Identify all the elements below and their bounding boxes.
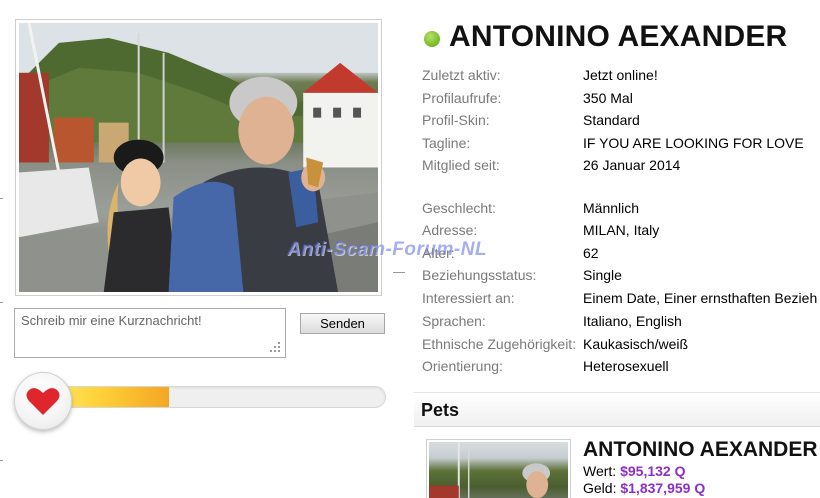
detail-label: Alter:	[422, 245, 455, 261]
profile-detail-row: Ethnische Zugehörigkeit: Kaukasisch/weiß	[422, 336, 820, 356]
profile-detail-row: Orientierung: Heterosexuell	[422, 358, 820, 378]
send-button[interactable]: Senden	[300, 313, 385, 334]
detail-label: Ethnische Zugehörigkeit:	[422, 336, 577, 352]
detail-label: Geschlecht:	[422, 200, 496, 216]
resize-grip-icon[interactable]	[268, 340, 282, 354]
pet-photo[interactable]	[429, 442, 568, 498]
detail-label: Sprachen:	[422, 313, 486, 329]
love-meter	[36, 386, 386, 408]
heart-icon	[26, 388, 60, 415]
profile-detail-row: Interessiert an: Einem Date, Einer ernsth…	[422, 290, 820, 310]
pet-thumbnail[interactable]	[426, 439, 571, 498]
short-message-input[interactable]	[14, 308, 286, 358]
detail-value: Italiano, English	[583, 313, 682, 329]
profile-detail-row: Adresse: MILAN, Italy	[422, 222, 820, 242]
pets-section-header	[414, 392, 820, 427]
pet-worth-value: $95,132 Q	[620, 463, 686, 479]
profile-detail-row: Beziehungsstatus: Single	[422, 267, 820, 287]
detail-value: Einem Date, Einer ernsthaften Bezieh	[583, 290, 818, 306]
pets-title: Pets	[421, 400, 460, 420]
detail-label: Zuletzt aktiv:	[422, 67, 501, 83]
detail-label: Beziehungsstatus:	[422, 267, 537, 283]
profile-detail-row: Profil-Skin: Standard	[422, 112, 820, 132]
detail-value: Kaukasisch/weiß	[583, 336, 689, 352]
profile-detail-row: Sprachen: Italiano, English	[422, 313, 820, 333]
detail-label: Mitglied seit:	[422, 157, 500, 173]
detail-value: Standard	[583, 112, 640, 128]
detail-value: Jetzt online!	[583, 67, 658, 83]
detail-label: Profilaufrufe:	[422, 90, 502, 106]
pet-worth-label: Wert:	[583, 463, 617, 479]
detail-label: Profil-Skin:	[422, 112, 490, 128]
edge-mark	[0, 302, 3, 303]
detail-label: Adresse:	[422, 222, 478, 238]
profile-detail-row: Alter: 62	[422, 245, 820, 265]
edge-mark	[0, 198, 3, 199]
profile-detail-row: Geschlecht: Männlich	[422, 200, 820, 220]
detail-value: 350 Mal	[583, 90, 633, 106]
detail-value: Männlich	[583, 200, 640, 216]
detail-value: 62	[583, 245, 599, 261]
pet-worth-row: Wert: $95,132 Q	[583, 463, 685, 479]
detail-value: 26 Januar 2014	[583, 157, 681, 173]
pet-cash-row: Geld: $1,837,959 Q	[583, 480, 705, 496]
profile-name: ANTONINO AEXANDER	[449, 20, 788, 53]
pet-photo-scene	[429, 442, 551, 498]
pet-owner-name[interactable]: ANTONINO AEXANDER	[583, 438, 818, 462]
profile-detail-row: Zuletzt aktiv: Jetzt online!	[422, 67, 820, 87]
profile-detail-row: Tagline: IF YOU ARE LOOKING FOR LOVE	[422, 135, 820, 155]
detail-value: Single	[583, 267, 622, 283]
pet-cash-value: $1,837,959 Q	[620, 480, 706, 496]
detail-label: Tagline:	[422, 135, 471, 151]
online-status-icon	[424, 31, 440, 47]
profile-detail-row: Mitglied seit: 26 Januar 2014	[422, 157, 820, 177]
edge-mark	[0, 460, 3, 461]
detail-value: IF YOU ARE LOOKING FOR LOVE	[583, 135, 804, 151]
divider-mark	[393, 272, 405, 273]
heart-button[interactable]	[14, 372, 72, 430]
detail-label: Interessiert an:	[422, 290, 515, 306]
detail-value: Heterosexuell	[583, 358, 669, 374]
profile-detail-row: Profilaufrufe: 350 Mal	[422, 90, 820, 110]
pet-cash-label: Geld:	[583, 480, 617, 496]
detail-value: MILAN, Italy	[583, 222, 660, 238]
detail-label: Orientierung:	[422, 358, 503, 374]
